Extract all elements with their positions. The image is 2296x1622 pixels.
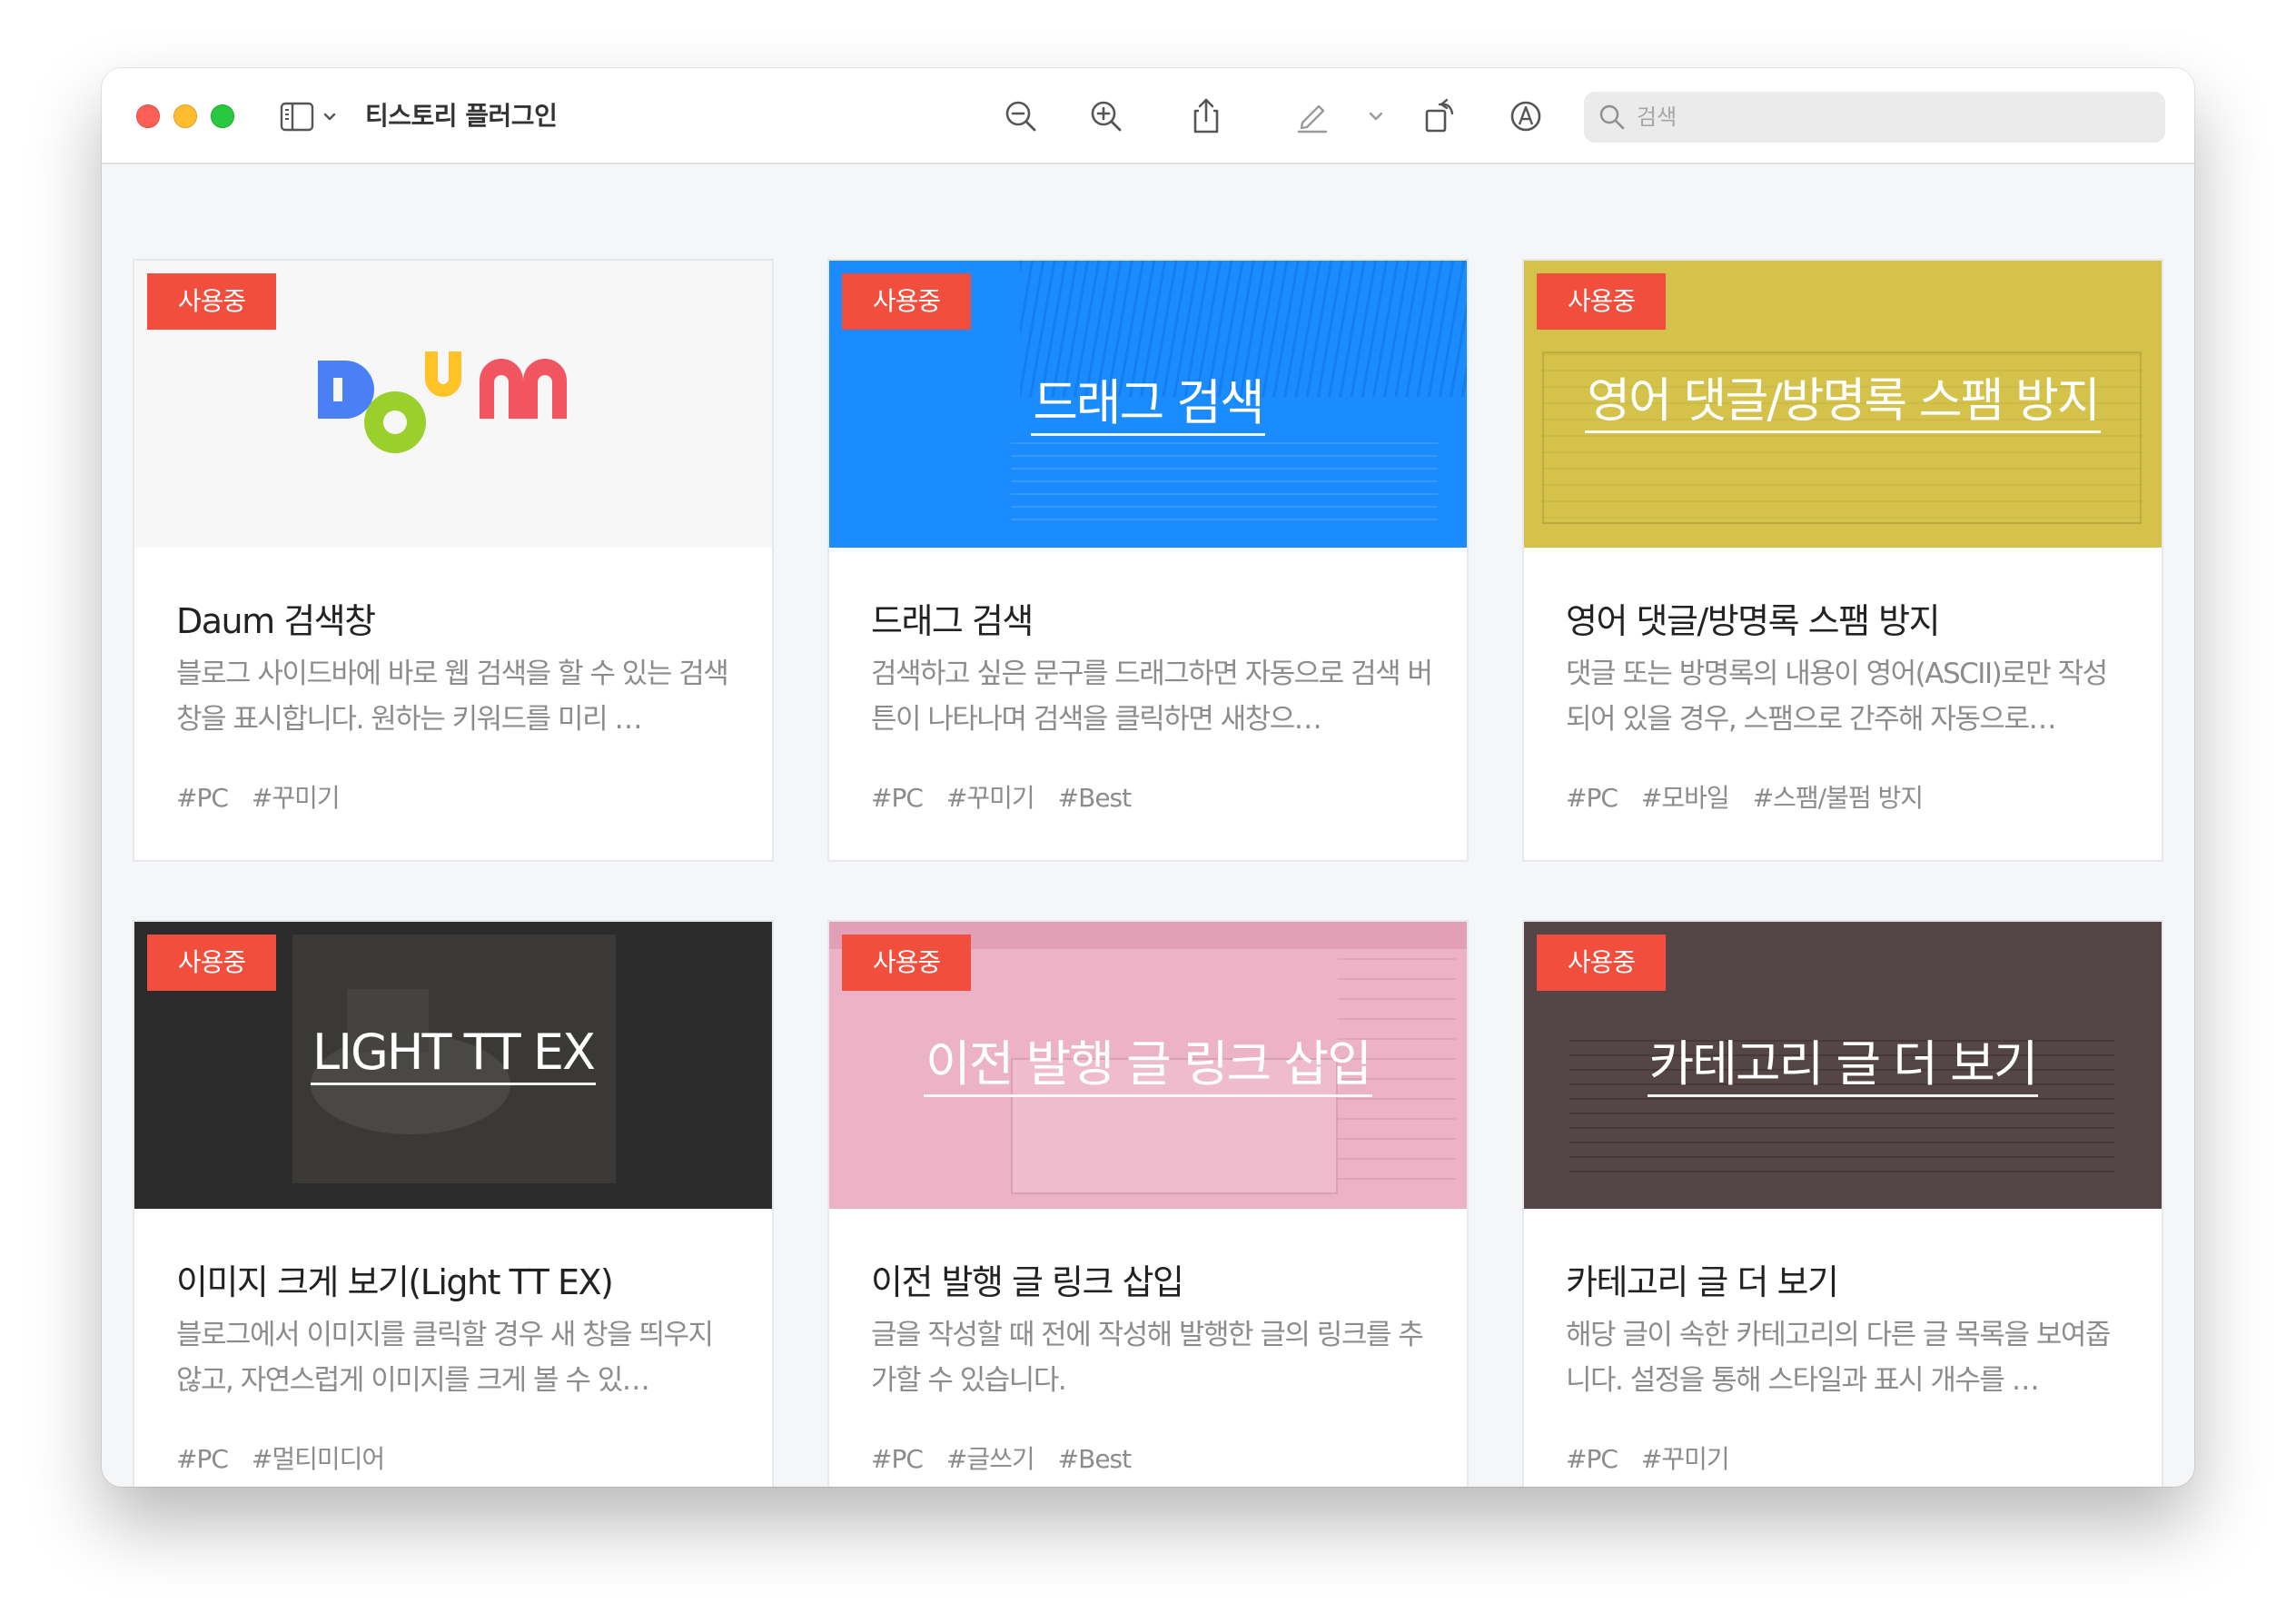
tag[interactable]: #PC: [871, 1439, 924, 1479]
plugin-grid: 사용중 Daum 검색창 블로그 사이드바에 바로 웹 검색을 할 수 있는 검…: [102, 166, 2194, 1487]
tag[interactable]: #Best: [1058, 778, 1132, 818]
thumbnail-title: LIGHT TT EX: [134, 1024, 772, 1085]
card-thumbnail: 사용중 영어 댓글/방명록 스팸 방지: [1524, 261, 2162, 548]
tag[interactable]: #PC: [1566, 778, 1618, 818]
card-description: 블로그 사이드바에 바로 웹 검색을 할 수 있는 검색창을 표시합니다. 원하…: [176, 658, 729, 736]
card-tags: #PC #모바일 #스팸/불펌 방지: [1566, 778, 1924, 818]
thumbnail-title: 이전 발행 글 링크 삽입: [829, 1024, 1467, 1097]
card-title: 드래그 검색: [871, 601, 1034, 641]
card-description: 글을 작성할 때 전에 작성해 발행한 글의 링크를 추가할 수 있습니다.: [871, 1319, 1424, 1397]
tag[interactable]: #꾸미기: [252, 778, 341, 818]
rotate-icon: [1425, 98, 1454, 133]
zoom-window-button[interactable]: [211, 104, 234, 128]
sidebar-icon: [280, 102, 336, 132]
tag[interactable]: #PC: [176, 1439, 229, 1479]
card-title: Daum 검색창: [176, 601, 376, 641]
card-thumbnail: 사용중 LIGHT TT EX: [134, 922, 772, 1209]
chevron-down-icon: [1369, 112, 1383, 121]
daum-logo-icon: [318, 351, 567, 453]
preview-window: 티스토리 플러그인 검색 사용중 Daum 검색창 블로그 사이드바에 바로 웹…: [102, 68, 2194, 1487]
search-input[interactable]: 검색: [1584, 92, 2165, 143]
card-description: 댓글 또는 방명록의 내용이 영어(ASCII)로만 작성되어 있을 경우, 스…: [1566, 658, 2108, 736]
zoom-in-button[interactable]: [1085, 95, 1127, 137]
highlight-menu-button[interactable]: [1362, 95, 1390, 137]
card-title: 이미지 크게 보기(Light TT EX): [176, 1262, 614, 1302]
share-button[interactable]: [1185, 95, 1227, 137]
highlight-icon: [1297, 104, 1328, 134]
chevron-down-icon: [323, 113, 336, 121]
markup-icon: [1510, 101, 1541, 132]
card-thumbnail: 사용중: [134, 261, 772, 548]
plugin-card-light-tt-ex[interactable]: 사용중 LIGHT TT EX 이미지 크게 보기(Light TT EX) 블…: [133, 920, 774, 1487]
tag[interactable]: #PC: [871, 778, 924, 818]
card-tags: #PC #글쓰기 #Best: [871, 1439, 1132, 1479]
status-badge: 사용중: [147, 273, 276, 330]
minimize-window-button[interactable]: [173, 104, 197, 128]
status-badge: 사용중: [842, 935, 971, 991]
plugin-card-daum[interactable]: 사용중 Daum 검색창 블로그 사이드바에 바로 웹 검색을 할 수 있는 검…: [133, 259, 774, 862]
plugin-card-prev-post-link[interactable]: 사용중 이전 발행 글 링크 삽입 이전 발행 글 링크 삽입 글을 작성할 때…: [827, 920, 1469, 1487]
tag[interactable]: #PC: [1566, 1439, 1618, 1479]
title-bar: 티스토리 플러그인 검색: [102, 68, 2194, 164]
card-thumbnail: 사용중 카테고리 글 더 보기: [1524, 922, 2162, 1209]
card-tags: #PC #멀티미디어: [176, 1439, 385, 1479]
rotate-button[interactable]: [1420, 95, 1461, 137]
card-description: 블로그에서 이미지를 클릭할 경우 새 창을 띄우지 않고, 자연스럽게 이미지…: [176, 1319, 714, 1397]
zoom-in-icon: [1091, 101, 1122, 132]
status-badge: 사용중: [1537, 935, 1666, 991]
card-thumbnail: 사용중 이전 발행 글 링크 삽입: [829, 922, 1467, 1209]
card-tags: #PC #꾸미기: [1566, 1439, 1730, 1479]
plugin-card-spam-block[interactable]: 사용중 영어 댓글/방명록 스팸 방지 영어 댓글/방명록 스팸 방지 댓글 또…: [1522, 259, 2163, 862]
zoom-out-icon: [1005, 101, 1036, 132]
tag[interactable]: #멀티미디어: [252, 1439, 385, 1479]
card-thumbnail: 사용중 드래그 검색: [829, 261, 1467, 548]
window-title: 티스토리 플러그인: [365, 101, 558, 131]
card-description: 해당 글이 속한 카테고리의 다른 글 목록을 보여줍니다. 설정을 통해 스타…: [1566, 1319, 2111, 1397]
tag[interactable]: #PC: [176, 778, 229, 818]
sidebar-toggle-button[interactable]: [280, 101, 340, 134]
tag[interactable]: #글쓰기: [946, 1439, 1035, 1479]
tag[interactable]: #Best: [1058, 1439, 1132, 1479]
plugin-card-drag-search[interactable]: 사용중 드래그 검색 드래그 검색 검색하고 싶은 문구를 드래그하면 자동으로…: [827, 259, 1469, 862]
thumbnail-title: 드래그 검색: [829, 362, 1467, 436]
status-badge: 사용중: [1537, 273, 1666, 330]
plugin-card-category-more[interactable]: 사용중 카테고리 글 더 보기 카테고리 글 더 보기 해당 글이 속한 카테고…: [1522, 920, 2163, 1487]
tag[interactable]: #모바일: [1641, 778, 1730, 818]
thumbnail-title: 영어 댓글/방명록 스팸 방지: [1524, 362, 2162, 433]
search-icon: [1599, 104, 1625, 130]
zoom-out-button[interactable]: [1000, 95, 1042, 137]
card-title: 이전 발행 글 링크 삽입: [871, 1262, 1184, 1302]
share-icon: [1193, 98, 1219, 134]
search-placeholder: 검색: [1637, 104, 1677, 130]
card-tags: #PC #꾸미기: [176, 778, 341, 818]
highlight-button[interactable]: [1292, 95, 1333, 137]
tag[interactable]: #스팸/불펌 방지: [1753, 778, 1924, 818]
card-tags: #PC #꾸미기 #Best: [871, 778, 1132, 818]
thumbnail-title: 카테고리 글 더 보기: [1524, 1024, 2162, 1097]
card-title: 카테고리 글 더 보기: [1566, 1262, 1839, 1302]
markup-button[interactable]: [1505, 95, 1547, 137]
status-badge: 사용중: [842, 273, 971, 330]
card-title: 영어 댓글/방명록 스팸 방지: [1566, 601, 1941, 641]
close-window-button[interactable]: [136, 104, 160, 128]
status-badge: 사용중: [147, 935, 276, 991]
tag[interactable]: #꾸미기: [1641, 1439, 1730, 1479]
card-description: 검색하고 싶은 문구를 드래그하면 자동으로 검색 버튼이 나타나며 검색을 클…: [871, 658, 1433, 736]
tag[interactable]: #꾸미기: [946, 778, 1035, 818]
